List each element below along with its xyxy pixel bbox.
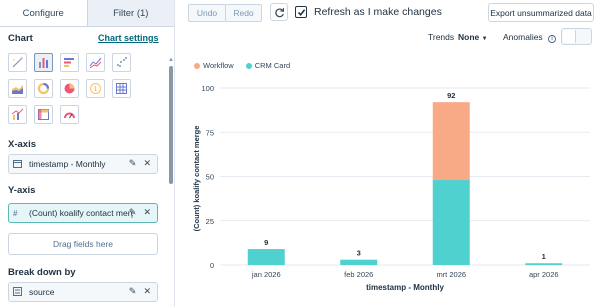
caret-down-icon: ▼ (481, 36, 488, 42)
bar-segment (432, 180, 470, 265)
y-tick-label: 100 (201, 84, 214, 93)
y-tick-label: 50 (206, 173, 214, 182)
bar-segment (432, 102, 470, 181)
legend-label-workflow: Workflow (203, 61, 234, 70)
y-tick-label: 0 (210, 261, 214, 270)
refresh-checkbox-label[interactable]: Refresh as I make changes (314, 6, 442, 18)
config-panel: Configure Filter (1) ▲ Chart Chart setti… (0, 0, 175, 307)
redo-button[interactable]: Redo (225, 4, 262, 22)
chart-type-bar[interactable] (34, 53, 53, 72)
config-scroll-area: ▲ Chart Chart settings 1 X-axis timestam… (0, 27, 175, 307)
yaxis-field[interactable]: # (Count) koalify contact merge ✎ ✕ (8, 203, 158, 223)
pie-icon (64, 83, 75, 94)
toggle-knob (563, 30, 576, 43)
xaxis-field-label: timestamp - Monthly (29, 159, 106, 169)
refresh-checkbox[interactable] (295, 6, 307, 18)
magic-wand-icon (12, 57, 23, 68)
close-icon[interactable]: ✕ (143, 158, 151, 169)
table-icon (116, 83, 127, 94)
bar-total-label: 3 (357, 249, 361, 258)
bar-segment (340, 259, 378, 265)
chart-type-pie[interactable] (60, 79, 79, 98)
trends-dropdown[interactable]: None ▼ (458, 32, 488, 42)
chart-type-grid: 1 (8, 53, 131, 124)
panel-tabs: Configure Filter (1) (0, 0, 174, 27)
property-icon (13, 286, 25, 298)
edit-icon[interactable]: ✎ (129, 286, 137, 297)
chart-type-area[interactable] (8, 79, 27, 98)
x-tick-label: jan 2026 (251, 270, 281, 279)
breakdown-field[interactable]: source ✎ ✕ (8, 282, 158, 302)
chart-type-table[interactable] (112, 79, 131, 98)
donut-icon (37, 82, 50, 95)
breakdown-field-label: source (29, 287, 55, 297)
close-icon[interactable]: ✕ (143, 207, 151, 218)
x-axis-title: timestamp - Monthly (366, 283, 444, 292)
scatter-icon (117, 57, 127, 67)
export-unsummarized-button[interactable]: Export unsummarized data (488, 3, 594, 22)
chart-type-pivot[interactable] (34, 105, 53, 124)
bar-total-label: 92 (447, 91, 455, 100)
stacked-bar-chart: 0 25 50 75 100 9 jan 2026 3 feb 2026 92 mrt 2026 1 a… (192, 84, 590, 292)
trends-value: None (458, 32, 480, 42)
chart-settings-link[interactable]: Chart settings (98, 33, 159, 43)
yaxis-heading: Y-axis (8, 185, 36, 196)
combo-chart-icon (11, 108, 24, 120)
legend-item-workflow[interactable]: Workflow (194, 61, 234, 70)
chart-type-combo[interactable] (8, 105, 27, 124)
x-tick-label: apr 2026 (529, 270, 559, 279)
svg-text:1: 1 (94, 86, 98, 93)
area-chart-icon (12, 85, 23, 94)
chart-type-line[interactable] (86, 53, 105, 72)
refresh-icon (274, 7, 284, 17)
refresh-button[interactable] (270, 3, 288, 21)
anomalies-label: Anomalies i (503, 32, 557, 43)
anomalies-toggle[interactable] (561, 28, 592, 45)
y-tick-label: 75 (206, 128, 214, 137)
bar-chart-icon (39, 58, 48, 68)
chart-type-kpi[interactable]: 1 (86, 79, 105, 98)
line-chart-icon (89, 57, 102, 69)
tab-filter[interactable]: Filter (1) (87, 0, 174, 26)
horizontal-bar-icon (64, 58, 74, 67)
x-tick-label: feb 2026 (344, 270, 373, 279)
x-tick-label: mrt 2026 (436, 270, 466, 279)
edit-icon[interactable]: ✎ (129, 158, 137, 169)
chart-type-scatter[interactable] (112, 53, 131, 72)
undo-button[interactable]: Undo (188, 4, 226, 22)
kpi-icon: 1 (90, 83, 101, 94)
y-axis-title: (Count) koalify contact merge (192, 126, 201, 232)
number-icon: # (13, 208, 18, 218)
chart-heading: Chart (8, 33, 33, 44)
edit-icon[interactable]: ✎ (129, 207, 137, 218)
chart-type-gauge[interactable] (60, 105, 79, 124)
chart-type-horizontal-bar[interactable] (60, 53, 79, 72)
gauge-icon (64, 112, 75, 119)
breakdown-heading: Break down by (8, 267, 76, 278)
legend-item-crm-card[interactable]: CRM Card (245, 61, 291, 70)
pivot-icon (38, 109, 49, 120)
drag-fields-dropzone[interactable]: Drag fields here (8, 233, 158, 255)
bar-total-label: 9 (264, 238, 268, 247)
trends-label: Trends (428, 32, 455, 42)
bar-segment (525, 263, 563, 265)
scroll-up-icon[interactable]: ▲ (168, 57, 174, 63)
bar-total-label: 1 (542, 252, 546, 261)
chart-type-magic[interactable] (8, 53, 27, 72)
xaxis-heading: X-axis (8, 139, 36, 150)
yaxis-field-label: (Count) koalify contact merge (29, 208, 133, 218)
chart-legend: Workflow CRM Card (194, 61, 290, 70)
tab-configure[interactable]: Configure (0, 0, 88, 26)
xaxis-field[interactable]: timestamp - Monthly ✎ ✕ (8, 154, 158, 174)
chart-type-donut[interactable] (34, 79, 53, 98)
scrollbar-thumb[interactable] (169, 66, 173, 184)
calendar-icon (13, 159, 25, 170)
y-tick-label: 25 (206, 217, 214, 226)
info-icon[interactable]: i (548, 35, 557, 43)
checkmark-icon (297, 8, 305, 16)
legend-label-crm-card: CRM Card (254, 61, 291, 70)
bar-segment (247, 249, 285, 265)
close-icon[interactable]: ✕ (143, 286, 151, 297)
